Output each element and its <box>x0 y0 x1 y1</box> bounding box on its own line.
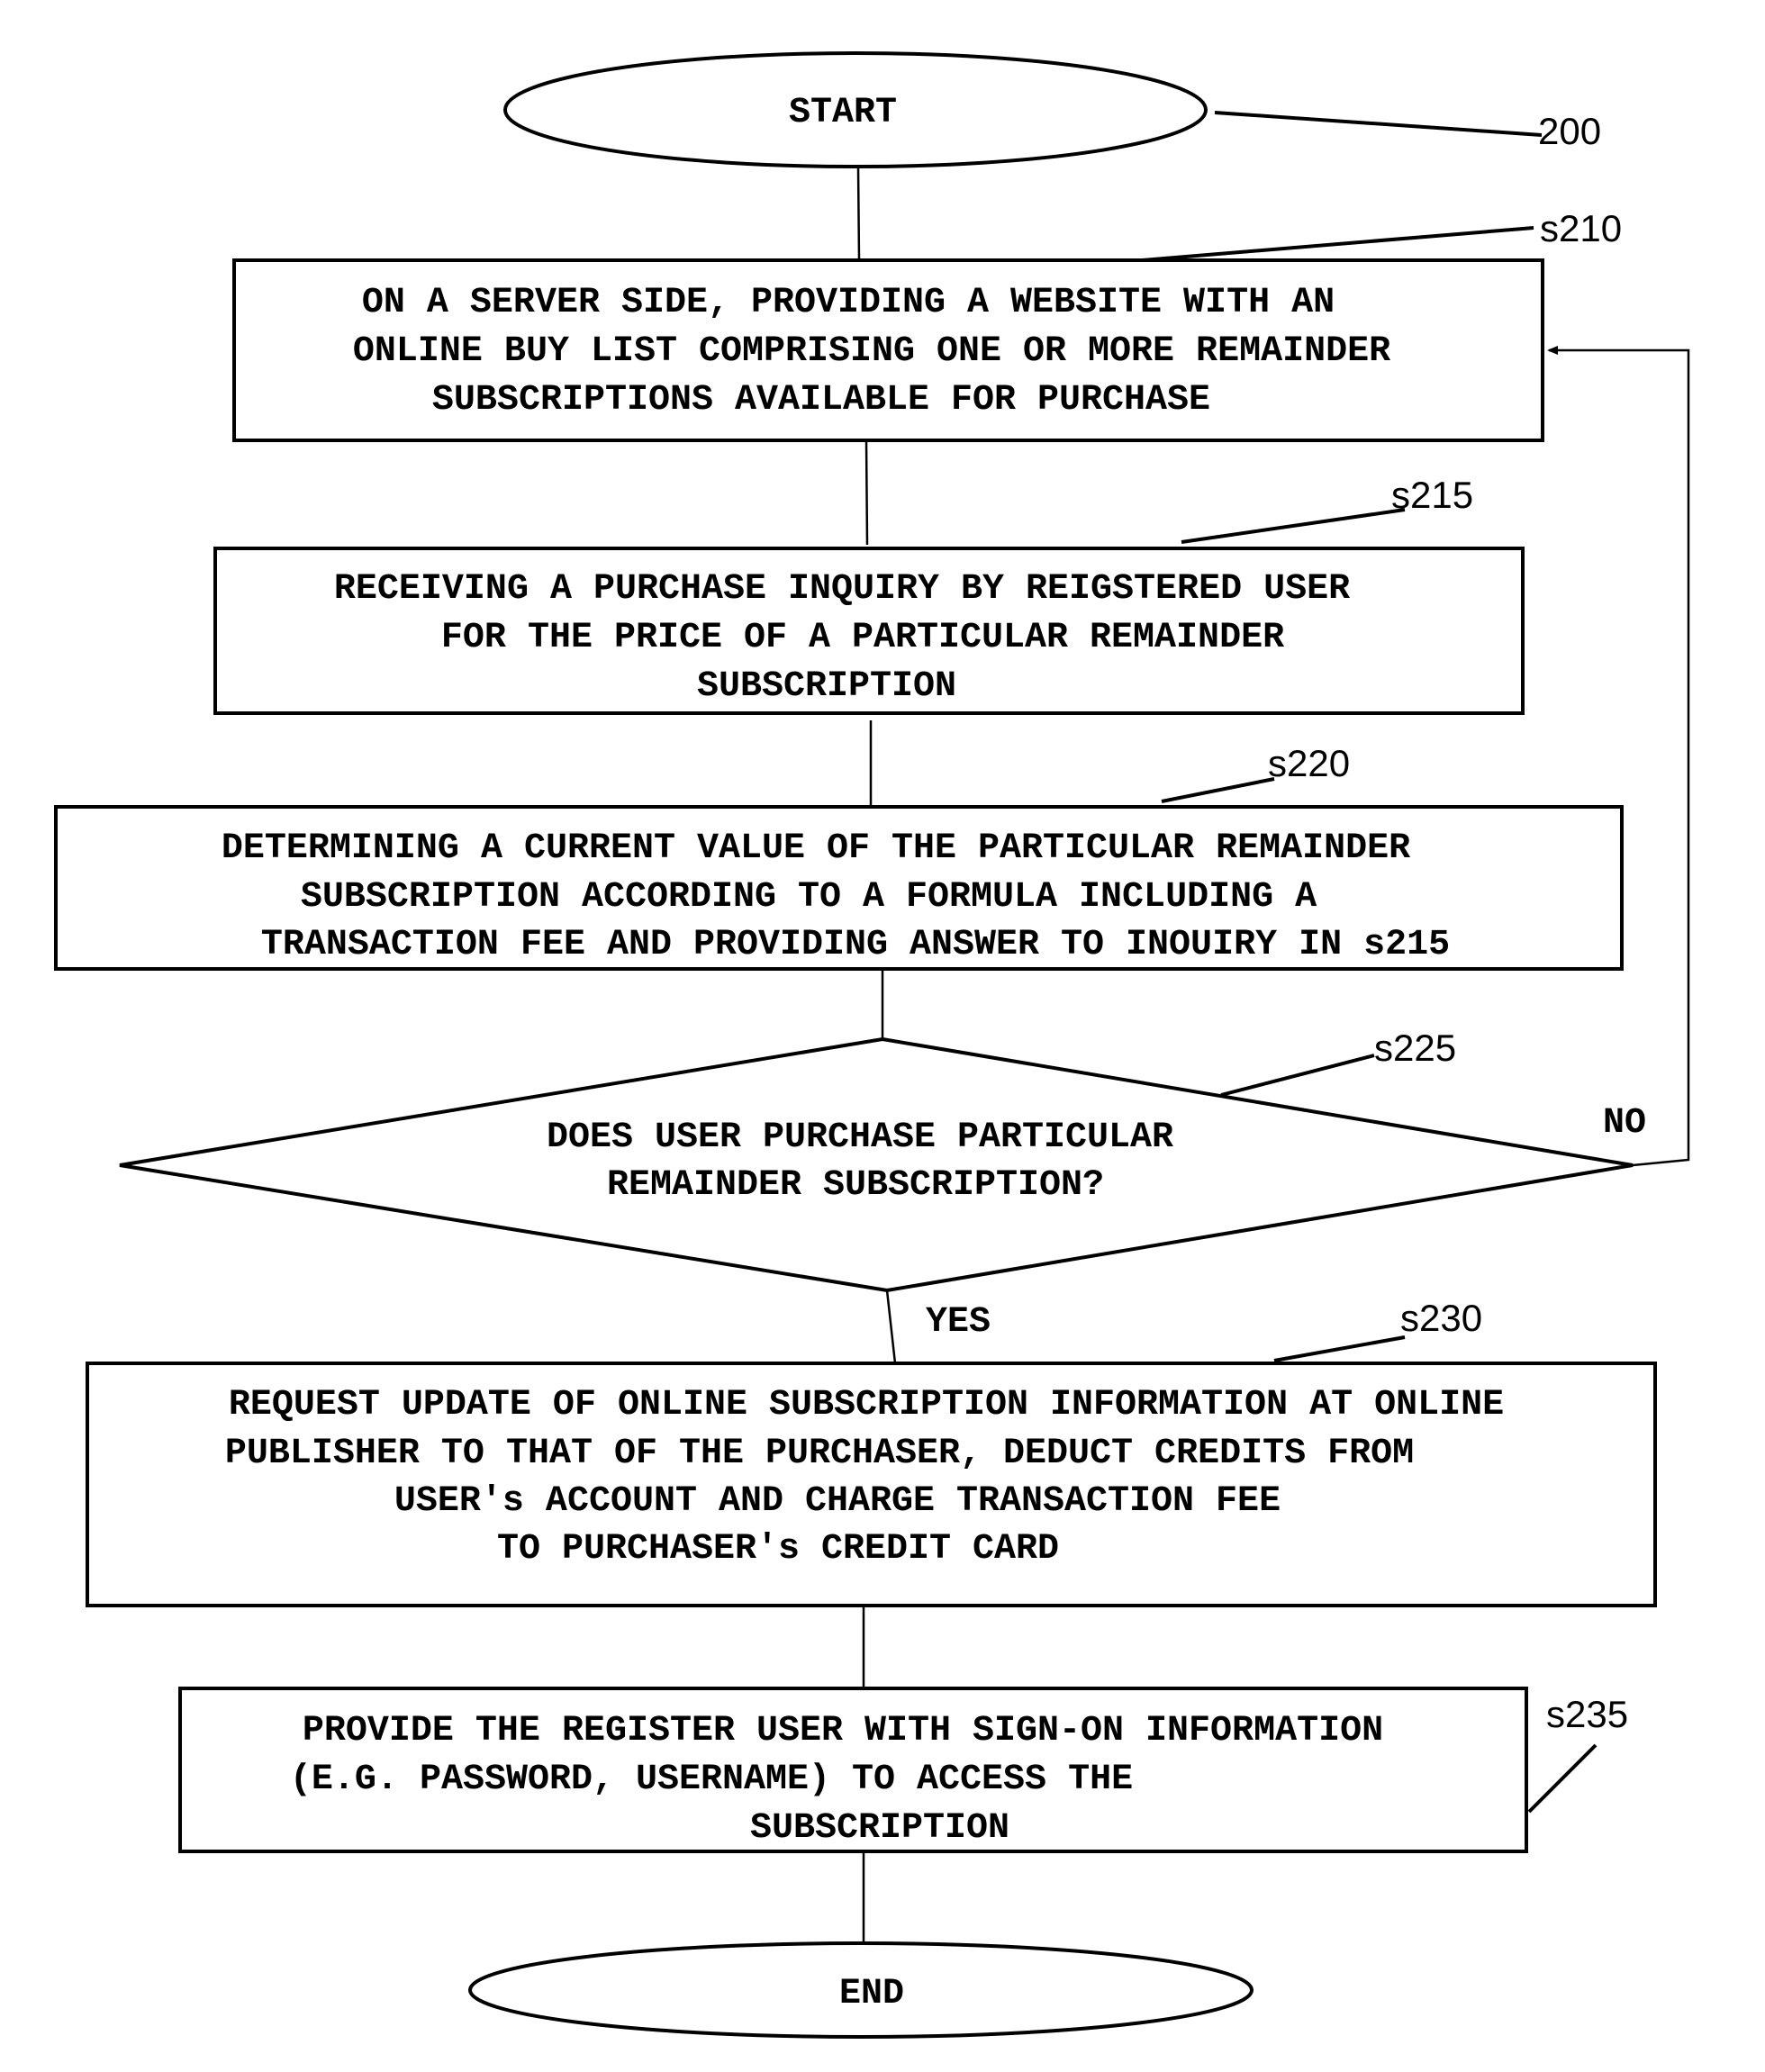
s230-line-3: USER's ACCOUNT AND CHARGE TRANSACTION FE… <box>394 1481 1281 1522</box>
s225-line-2: REMAINDER SUBSCRIPTION? <box>607 1165 1104 1206</box>
decision-diamond-s225: DOES USER PURCHASE PARTICULAR REMAINDER … <box>119 1036 1634 1293</box>
figure-ref-label: 200 <box>1538 110 1601 152</box>
s225-ref-leader <box>1220 1054 1375 1097</box>
s210-line-2: ONLINE BUY LIST COMPRISING ONE OR MORE R… <box>353 331 1390 372</box>
s210-ref-label: s210 <box>1540 207 1622 249</box>
s235-line-3: SUBSCRIPTION <box>750 1808 1009 1849</box>
flowchart: START 200 ON A SERVER SIDE, PROVIDING A … <box>54 51 1690 2039</box>
s210-line-1: ON A SERVER SIDE, PROVIDING A WEBSITE WI… <box>362 283 1335 323</box>
end-terminal: END <box>468 1941 1254 2039</box>
start-label: START <box>789 93 897 133</box>
s230-ref-label: s230 <box>1400 1297 1482 1339</box>
s220-line-1: DETERMINING A CURRENT VALUE OF THE PARTI… <box>222 828 1410 869</box>
s215-ref-label: s215 <box>1391 474 1473 516</box>
s225-line-1: DOES USER PURCHASE PARTICULAR <box>547 1117 1173 1158</box>
s220-ref-label: s220 <box>1268 742 1350 784</box>
no-branch-label: NO <box>1603 1103 1646 1144</box>
start-terminal: START <box>503 51 1208 168</box>
s220-line-3: TRANSACTION FEE AND PROVIDING ANSWER TO … <box>261 925 1450 965</box>
figure-ref-leader <box>1214 111 1543 137</box>
s210-ref-leader <box>1141 226 1534 262</box>
s225-ref-label: s225 <box>1374 1027 1456 1069</box>
s220-ref-leader <box>1161 777 1275 803</box>
process-box-s215: RECEIVING A PURCHASE INQUIRY BY REIGSTER… <box>213 547 1525 715</box>
s230-ref-leader <box>1273 1335 1406 1362</box>
s235-line-2: (E.G. PASSWORD, USERNAME) TO ACCESS THE <box>290 1760 1133 1800</box>
s235-ref-label: s235 <box>1546 1693 1628 1735</box>
s215-ref-leader <box>1181 508 1406 544</box>
s220-line-2: SUBSCRIPTION ACCORDING TO A FORMULA INCL… <box>301 877 1317 918</box>
connector-s210-s215 <box>864 439 869 546</box>
connector-yes-s230 <box>885 1289 897 1364</box>
connector-start-s210 <box>856 167 861 261</box>
process-box-s220: DETERMINING A CURRENT VALUE OF THE PARTI… <box>54 805 1624 971</box>
s210-line-3: SUBSCRIPTIONS AVAILABLE FOR PURCHASE <box>432 380 1210 421</box>
connector-no-loop <box>1547 346 1690 1167</box>
s235-ref-leader <box>1527 1743 1598 1814</box>
s230-line-4: TO PURCHASER's CREDIT CARD <box>497 1529 1059 1570</box>
process-box-s230: REQUEST UPDATE OF ONLINE SUBSCRIPTION IN… <box>86 1362 1657 1607</box>
yes-branch-label: YES <box>926 1302 991 1343</box>
s215-line-3: SUBSCRIPTION <box>697 666 956 707</box>
end-label: END <box>839 1974 904 2014</box>
s230-line-1: REQUEST UPDATE OF ONLINE SUBSCRIPTION IN… <box>229 1385 1504 1425</box>
s235-line-1: PROVIDE THE REGISTER USER WITH SIGN-ON I… <box>303 1711 1383 1751</box>
s230-line-2: PUBLISHER TO THAT OF THE PURCHASER, DEDU… <box>225 1434 1414 1474</box>
s215-line-1: RECEIVING A PURCHASE INQUIRY BY REIGSTER… <box>334 569 1350 610</box>
process-box-s235: PROVIDE THE REGISTER USER WITH SIGN-ON I… <box>178 1687 1528 1853</box>
process-box-s210: ON A SERVER SIDE, PROVIDING A WEBSITE WI… <box>232 258 1544 442</box>
s215-line-2: FOR THE PRICE OF A PARTICULAR REMAINDER <box>441 618 1284 658</box>
